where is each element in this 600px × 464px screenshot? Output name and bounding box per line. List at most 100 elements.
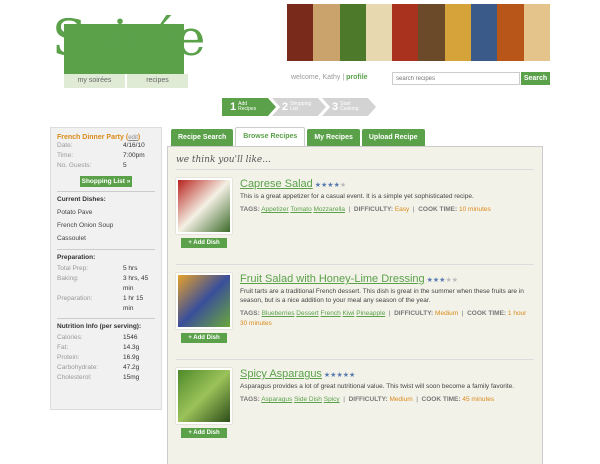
- recipe-thumb: + Add Dish: [176, 273, 232, 351]
- recipe-tag[interactable]: Tomato: [290, 206, 311, 213]
- tab-browse-recipes[interactable]: Browse Recipes: [235, 127, 306, 146]
- cook-time-label: COOK TIME:: [421, 396, 461, 403]
- info-label: Date:: [57, 142, 73, 149]
- search-button[interactable]: Search: [521, 72, 550, 85]
- party-name: French Dinner Party: [57, 134, 124, 141]
- difficulty-label: DIFFICULTY:: [394, 310, 434, 317]
- logo[interactable]: Soirée: [50, 4, 205, 74]
- nutrition-label: Protein:: [57, 354, 80, 361]
- tags-label: TAGS:: [240, 396, 260, 403]
- info-value: 4/16/10: [123, 142, 145, 149]
- info-value: 7:00pm: [123, 152, 145, 159]
- recipe-description: This is a great appetizer for a casual e…: [240, 193, 474, 200]
- info-value: 5: [123, 162, 127, 169]
- search-input[interactable]: [392, 72, 520, 85]
- recipe-tag[interactable]: French: [320, 310, 340, 317]
- shopping-list-button[interactable]: Shopping List »: [80, 176, 132, 187]
- dishes-heading: Current Dishes:: [57, 191, 155, 203]
- preparation-heading: Preparation:: [57, 249, 155, 261]
- step-label-line2: Cooking: [340, 106, 359, 112]
- recipe-thumb: + Add Dish: [176, 178, 232, 256]
- difficulty-value: Easy: [394, 206, 410, 213]
- recipe-tag[interactable]: Blueberries: [262, 310, 295, 317]
- step-label-line2: Recipes: [238, 106, 257, 112]
- recipe-title[interactable]: Fruit Salad with Honey-Lime Dressing: [240, 273, 425, 285]
- banner-photo-segment: [365, 4, 393, 61]
- difficulty-label: DIFFICULTY:: [353, 206, 393, 213]
- welcome-label: welcome, Kathy: [291, 74, 341, 81]
- banner-photo-segment: [287, 4, 314, 61]
- recipe-list: + Add Dish Caprese Salad ★★★★★ This is a…: [176, 178, 534, 455]
- rating-stars: ★★★★★: [427, 277, 458, 284]
- logo-text: Soirée: [52, 9, 205, 67]
- step-start-cooking[interactable]: 3 Start Cooking: [322, 98, 376, 116]
- banner-photo-segment: [313, 4, 340, 61]
- recipe-title[interactable]: Caprese Salad: [240, 178, 313, 190]
- star-icon: ★: [349, 372, 356, 379]
- add-dish-button[interactable]: + Add Dish: [181, 333, 227, 343]
- prep-value: 5 hrs: [123, 265, 138, 272]
- step-number: 3: [332, 101, 339, 113]
- banner-photo-segment: [471, 4, 498, 61]
- step-shopping-list[interactable]: 2 Shopping List: [272, 98, 326, 116]
- prep-label: Total Prep:: [57, 265, 89, 272]
- cook-time-value: 10 minutes: [459, 206, 491, 213]
- banner-photo-segment: [339, 4, 366, 61]
- nutrition-row: Protein: 16.9g: [57, 353, 155, 363]
- recipe-title[interactable]: Spicy Asparagus: [240, 368, 322, 380]
- cook-time-label: COOK TIME:: [418, 206, 458, 213]
- prep-row: Preparation: 1 hr 15 min: [57, 294, 155, 314]
- nav-recipes[interactable]: recipes: [127, 74, 190, 88]
- recipe-body: Spicy Asparagus ★★★★★ Asparagus provides…: [240, 368, 534, 447]
- nav-my-soirees[interactable]: my soirées: [64, 74, 127, 88]
- tab-recipe-search[interactable]: Recipe Search: [171, 129, 234, 146]
- recipe-description: Asparagus provides a lot of great nutrit…: [240, 383, 515, 390]
- progress-steps: 1 Add Recipes 2 Shopping List 3 Start Cooki…: [222, 98, 376, 116]
- profile-link[interactable]: profile: [346, 74, 367, 81]
- welcome-text: welcome, Kathy | profile: [291, 74, 368, 81]
- tags-label: TAGS:: [240, 310, 260, 317]
- banner-photo-segment: [497, 4, 524, 61]
- recipe-tag[interactable]: Mozzarella: [314, 206, 345, 213]
- nutrition-row: Calories: 1546: [57, 333, 155, 343]
- add-dish-button[interactable]: + Add Dish: [181, 428, 227, 438]
- difficulty-value: Medium: [389, 396, 413, 403]
- recipe-tag[interactable]: Spicy: [324, 396, 340, 403]
- nutrition-heading: Nutrition Info (per serving):: [57, 318, 155, 330]
- info-row: No. Guests: 5: [57, 161, 155, 171]
- nutrition-row: Fat: 14.3g: [57, 343, 155, 353]
- dish-item: Cassoulet: [57, 235, 86, 242]
- prep-value: 1 hr 15 min: [123, 295, 144, 312]
- recipe-tag[interactable]: Appetizer: [261, 206, 288, 213]
- recipe-image[interactable]: [176, 178, 232, 234]
- difficulty-label: DIFFICULTY:: [348, 396, 388, 403]
- browse-panel: we think you'll like... + Add Dish Capre…: [167, 146, 543, 464]
- difficulty-value: Medium: [435, 310, 459, 317]
- recipe-row: + Add Dish Fruit Salad with Honey-Lime D…: [176, 273, 534, 360]
- nutrition-value: 14.3g: [123, 344, 140, 351]
- tags-label: TAGS:: [240, 206, 260, 213]
- tab-upload-recipe[interactable]: Upload Recipe: [361, 129, 425, 146]
- recipe-image[interactable]: [176, 368, 232, 424]
- nutrition-row: Cholesterol: 15mg: [57, 373, 155, 383]
- prep-value: 3 hrs, 45 min: [123, 275, 149, 292]
- recipe-tag[interactable]: Side Dish: [294, 396, 322, 403]
- recipe-tag[interactable]: Dessert: [296, 310, 318, 317]
- prep-row: Baking: 3 hrs, 45 min: [57, 274, 155, 294]
- recipe-body: Caprese Salad ★★★★★ This is a great appe…: [240, 178, 534, 256]
- food-banner-image: [287, 4, 550, 61]
- nutrition-value: 1546: [123, 334, 138, 341]
- recipe-tag[interactable]: Pineapple: [356, 310, 385, 317]
- step-label-line2: List: [290, 106, 298, 112]
- step-number: 2: [282, 101, 289, 113]
- tab-my-recipes[interactable]: My Recipes: [307, 129, 360, 146]
- step-add-recipes[interactable]: 1 Add Recipes: [222, 98, 276, 116]
- step-number: 1: [230, 101, 237, 113]
- step-label: Start Cooking: [340, 102, 358, 112]
- recipe-tag[interactable]: Asparagus: [261, 396, 292, 403]
- add-dish-button[interactable]: + Add Dish: [181, 238, 227, 248]
- prep-row: Total Prep: 5 hrs: [57, 264, 155, 274]
- main-content: Recipe Search Browse Recipes My Recipes …: [167, 127, 543, 464]
- recipe-tag[interactable]: Kiwi: [343, 310, 355, 317]
- recipe-image[interactable]: [176, 273, 232, 329]
